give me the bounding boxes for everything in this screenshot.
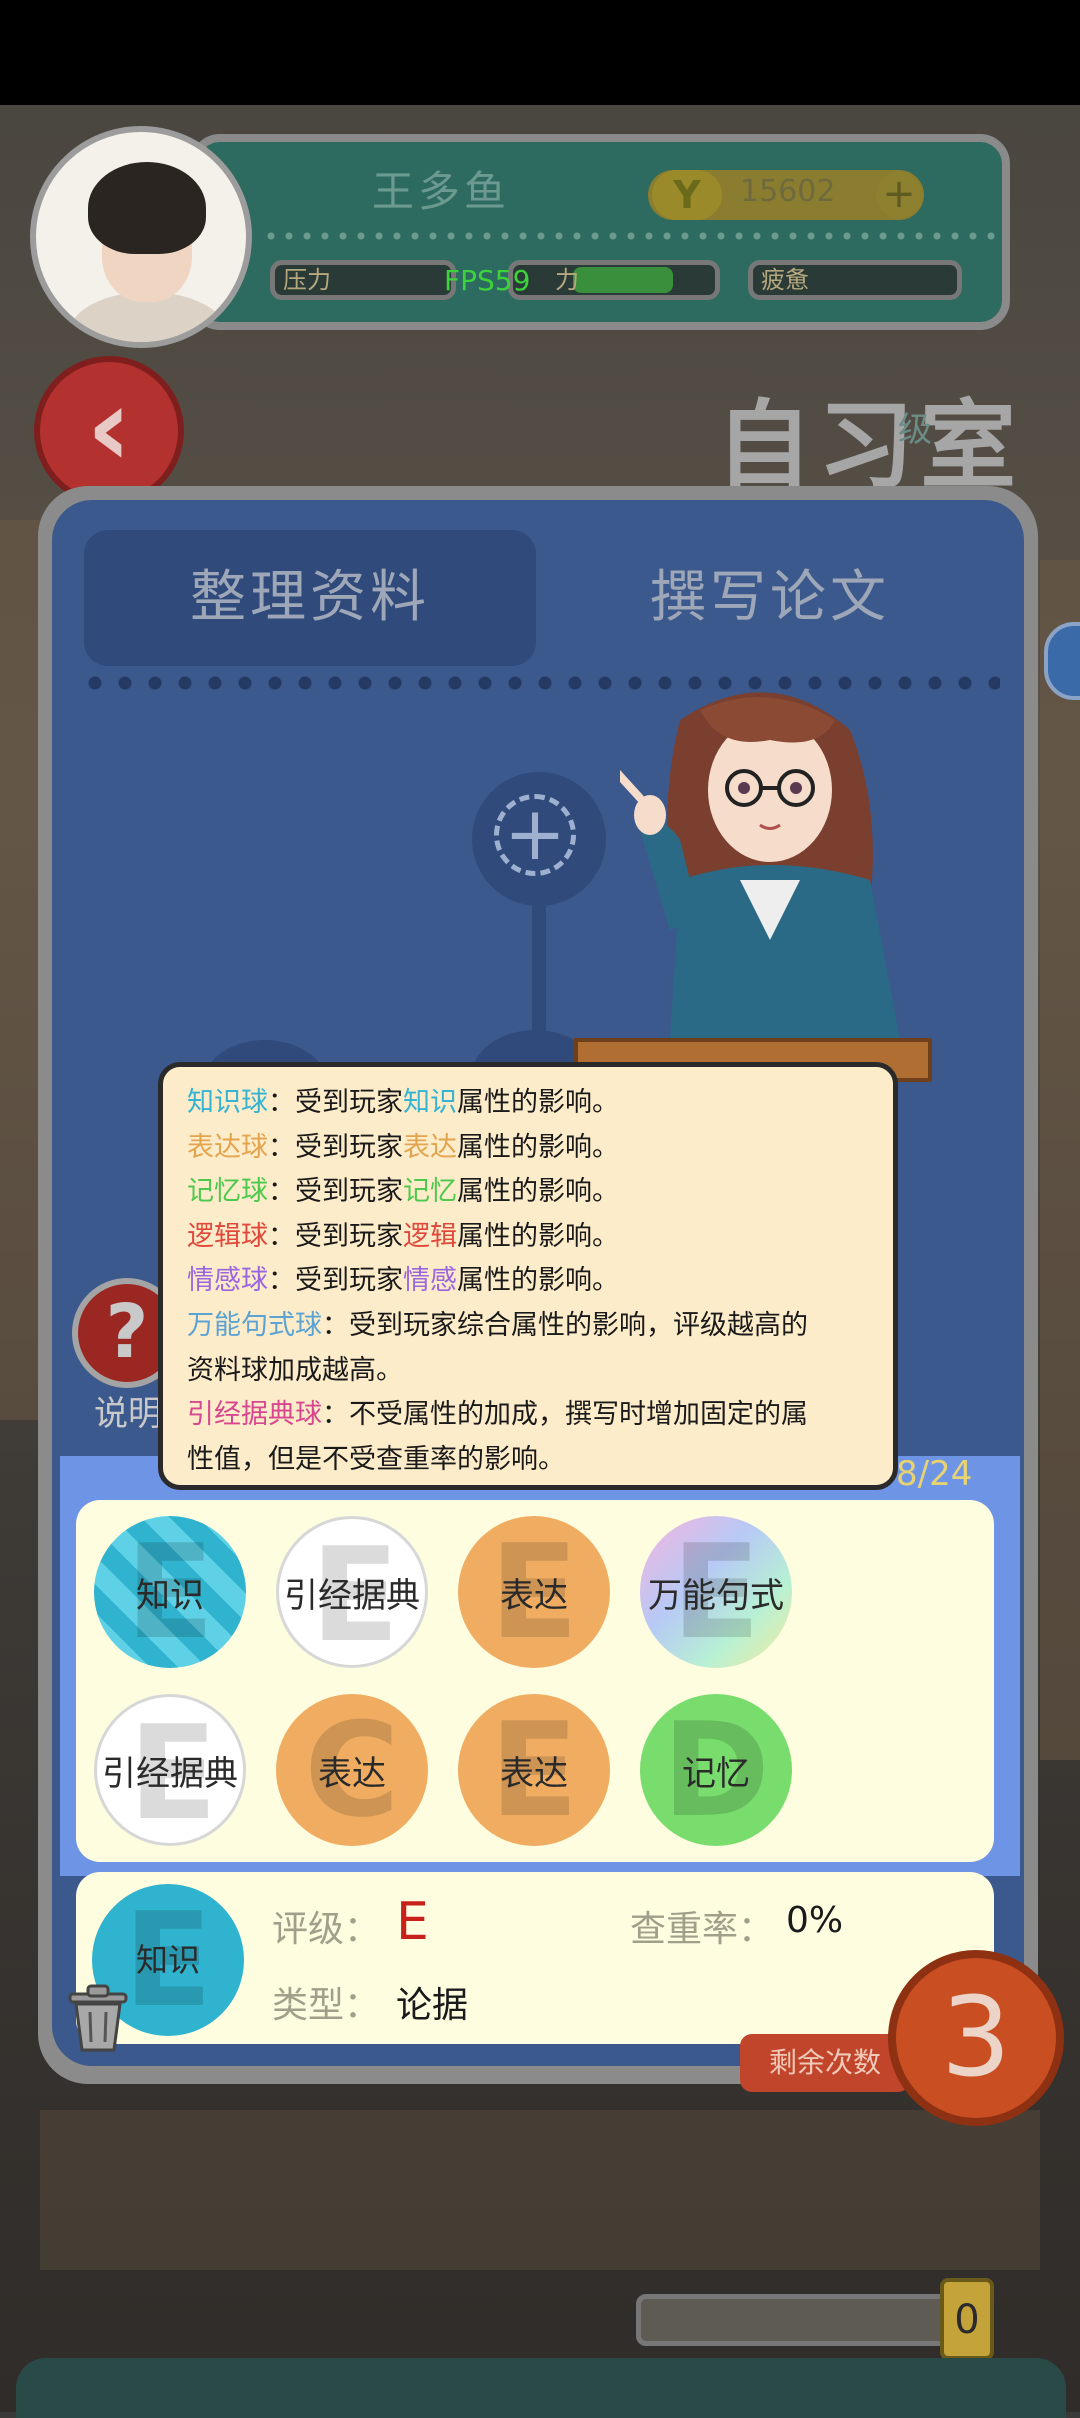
- material-ball-citation[interactable]: E 引经据典: [276, 1516, 428, 1668]
- ball-label: 表达: [500, 1753, 568, 1794]
- type-value: 论据: [396, 1985, 469, 2026]
- ball-label: 引经据典: [102, 1753, 238, 1794]
- material-ball-expression[interactable]: C 表达: [276, 1694, 428, 1846]
- tab-write-paper[interactable]: 撰写论文: [560, 530, 980, 666]
- tooltip-line: 性值，但是不受查重率的影响。: [187, 1443, 565, 1475]
- avatar-hair: [88, 162, 206, 254]
- question-icon: ?: [105, 1289, 149, 1375]
- material-ball-expression[interactable]: E 表达: [458, 1516, 610, 1668]
- tooltip-line: 资料球加成越高。: [187, 1354, 403, 1386]
- energy-bar: 力: [508, 260, 720, 300]
- ball-label: 引经据典: [284, 1575, 420, 1616]
- trash-icon[interactable]: [58, 1974, 138, 2054]
- coin-icon: Y: [652, 170, 722, 220]
- fatigue-bar: 疲惫: [748, 260, 962, 300]
- material-ball-knowledge[interactable]: E 知识: [94, 1516, 246, 1668]
- duplicate-rate-value: 0%: [786, 1900, 844, 1941]
- material-ball-expression[interactable]: E 表达: [458, 1694, 610, 1846]
- tooltip-line: 情感球：受到玩家情感属性的影响。: [187, 1265, 619, 1297]
- books-bottom: [40, 2110, 1040, 2270]
- bookshelf-left: [0, 520, 40, 1420]
- plus-icon: +: [494, 794, 576, 876]
- tooltip-line: 逻辑球：受到玩家逻辑属性的影响。: [187, 1220, 619, 1252]
- ball-label: 万能句式: [648, 1575, 784, 1616]
- energy-fill: [573, 267, 673, 293]
- bottom-bar: [16, 2358, 1066, 2418]
- chevron-left-icon: ‹: [86, 363, 132, 491]
- tab-organize-materials[interactable]: 整理资料: [84, 530, 536, 666]
- back-button[interactable]: ‹: [34, 356, 184, 506]
- remaining-label: 剩余次数: [740, 2034, 910, 2092]
- bottom-progress: [636, 2294, 966, 2346]
- material-ball-citation[interactable]: E 引经据典: [94, 1694, 246, 1846]
- tree-connector: [532, 906, 546, 1036]
- room-subtitle: 级: [898, 410, 932, 450]
- type-label: 类型：: [272, 1985, 381, 2026]
- player-avatar[interactable]: [30, 126, 252, 348]
- help-label: 说明: [94, 1394, 162, 1434]
- tooltip-line: 记忆球：受到玩家记忆属性的影响。: [187, 1176, 619, 1208]
- grade-value: E: [396, 1892, 429, 1952]
- fatigue-label: 疲惫: [761, 266, 809, 294]
- ball-label: 记忆: [682, 1753, 750, 1794]
- material-ball-memory[interactable]: D 记忆: [640, 1694, 792, 1846]
- ball-label: 表达: [500, 1575, 568, 1616]
- energy-label: 力: [555, 266, 579, 294]
- bookshelf-right: [1040, 560, 1080, 1760]
- ball-label: 知识: [136, 1575, 204, 1616]
- stress-bar: 压力: [270, 260, 456, 300]
- add-coins-button[interactable]: +: [876, 172, 922, 218]
- ball-types-tooltip: 知识球：受到玩家知识属性的影响。 表达球：受到玩家表达属性的影响。 记忆球：受到…: [158, 1062, 898, 1490]
- stress-label: 压力: [283, 266, 331, 294]
- battery-icon: 0: [940, 2278, 994, 2360]
- profile-divider: [262, 232, 998, 240]
- tooltip-line: 表达球：受到玩家表达属性的影响。: [187, 1131, 619, 1163]
- coin-value: 15602: [740, 174, 836, 209]
- tooltip-line: 知识球：受到玩家知识属性的影响。: [187, 1087, 619, 1118]
- material-ball-universal[interactable]: E 万能句式: [640, 1516, 792, 1668]
- remaining-count: 3: [888, 1950, 1064, 2126]
- grade-label: 评级：: [272, 1909, 381, 1950]
- sleep-icon[interactable]: [1044, 622, 1080, 700]
- inventory-capacity: 8/24: [896, 1454, 973, 1494]
- status-bar: [0, 0, 1080, 105]
- tooltip-line: 万能句式球：受到玩家综合属性的影响，评级越高的: [187, 1309, 808, 1341]
- fps-counter: FPS59: [444, 264, 531, 297]
- tooltip-line: 引经据典球：不受属性的加成，撰写时增加固定的属: [187, 1399, 808, 1431]
- ball-label: 表达: [318, 1753, 386, 1794]
- duplicate-rate-label: 查重率：: [630, 1909, 775, 1950]
- player-name: 王多鱼: [372, 167, 511, 216]
